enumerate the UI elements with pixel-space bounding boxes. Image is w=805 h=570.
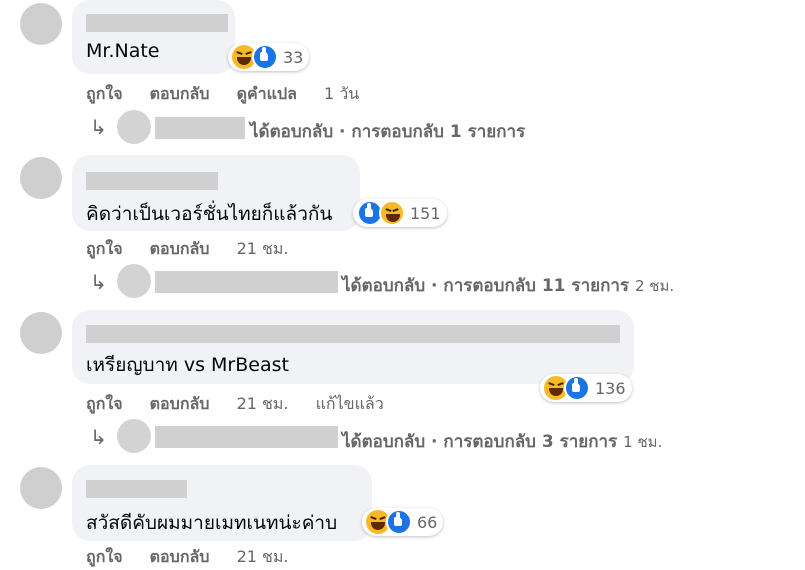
comment-text: สวัสดีคับผมมายเมทเนทน่ะค่าบ [86,512,338,534]
edited-label: แก้ไขแล้ว [315,394,384,413]
view-replies-link[interactable]: ได้ตอบกลับ · การตอบกลับ 11 รายการ 2 ชม. [342,272,674,299]
reply-arrow-icon: ↳ [90,115,107,139]
like-reaction-icon [252,44,278,70]
comment-actions: ถูกใจ ตอบกลับ 21 ชม. แก้ไขแล้ว [86,392,406,417]
view-replies-link[interactable]: ได้ตอบกลับ · การตอบกลับ 3 รายการ 1 ชม. [342,428,662,455]
replies-time: 2 ชม. [634,277,675,295]
comment-bubble [72,0,235,74]
replier-avatar[interactable] [117,419,151,453]
commenter-name-redacted[interactable] [86,172,218,190]
replies-summary: ได้ตอบกลับ · การตอบกลับ 3 รายการ [342,432,618,452]
like-reaction-icon [564,375,590,401]
commenter-avatar[interactable] [20,3,62,45]
comment-time[interactable]: 21 ชม. [237,239,289,258]
reaction-count: 151 [410,203,441,223]
comment-text: คิดว่าเป็นเวอร์ชั่นไทยก็แล้วกัน [86,203,333,225]
commenter-avatar[interactable] [20,312,62,354]
comment-text: Mr.Nate [86,40,160,62]
commenter-name-redacted[interactable] [86,480,187,498]
comment-actions: ถูกใจ ตอบกลับ 21 ชม. [86,237,311,262]
reaction-summary[interactable]: 136 [540,374,632,402]
translate-button[interactable]: ดูคำแปล [237,84,297,103]
comment-time[interactable]: 1 วัน [324,84,359,103]
like-button[interactable]: ถูกใจ [86,239,123,258]
like-button[interactable]: ถูกใจ [86,394,123,413]
reply-button[interactable]: ตอบกลับ [150,547,210,566]
replies-time: 1 ชม. [623,433,663,451]
comment-time[interactable]: 21 ชม. [237,547,289,566]
reaction-summary[interactable]: 66 [362,508,444,536]
reaction-count: 136 [595,378,626,398]
commenter-name-redacted[interactable] [86,14,228,32]
like-button[interactable]: ถูกใจ [86,547,123,566]
commenter-name-redacted[interactable] [86,325,620,343]
commenter-avatar[interactable] [20,157,62,199]
reaction-summary[interactable]: 33 [228,43,310,71]
reply-button[interactable]: ตอบกลับ [150,394,210,413]
replies-summary: ได้ตอบกลับ · การตอบกลับ 11 รายการ [342,276,630,296]
reply-button[interactable]: ตอบกลับ [150,84,210,103]
replier-name-redacted[interactable] [155,117,245,139]
replier-avatar[interactable] [117,110,151,144]
reaction-summary[interactable]: 151 [353,199,447,227]
replier-avatar[interactable] [117,264,151,298]
reply-arrow-icon: ↳ [90,425,107,449]
comment-text: เหรียญบาท vs MrBeast [86,354,289,376]
reply-button[interactable]: ตอบกลับ [150,239,210,258]
comment-actions: ถูกใจ ตอบกลับ ดูคำแปล 1 วัน [86,82,381,107]
replier-name-redacted[interactable] [155,271,338,293]
replier-name-redacted[interactable] [155,426,338,448]
haha-reaction-icon [379,200,405,226]
view-replies-link[interactable]: ได้ตอบกลับ · การตอบกลับ 1 รายการ [250,118,525,145]
like-reaction-icon [386,509,412,535]
like-button[interactable]: ถูกใจ [86,84,123,103]
reaction-count: 66 [417,512,438,532]
replies-summary: ได้ตอบกลับ · การตอบกลับ 1 รายการ [250,122,526,142]
reaction-count: 33 [283,47,304,67]
commenter-avatar[interactable] [20,467,62,509]
reply-arrow-icon: ↳ [90,270,107,294]
comment-time[interactable]: 21 ชม. [237,394,289,413]
